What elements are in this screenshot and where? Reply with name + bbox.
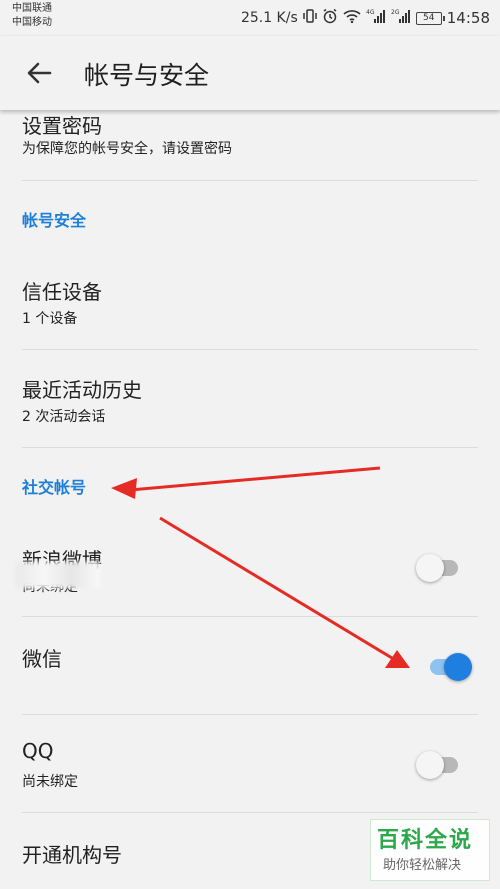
recent-activity-title: 最近活动历史	[22, 378, 142, 402]
vibrate-icon	[303, 8, 317, 28]
network-4g-label: 4G	[366, 9, 375, 16]
page-title: 帐号与安全	[84, 61, 210, 90]
set-password-title: 设置密码	[22, 114, 102, 138]
recent-activity-row[interactable]: 最近活动历史 2 次活动会话	[0, 350, 500, 448]
weibo-toggle[interactable]	[416, 554, 462, 582]
divider	[22, 447, 478, 448]
open-institution-account-title: 开通机构号	[22, 843, 122, 867]
section-header-social-accounts: 社交帐号	[22, 478, 87, 497]
back-arrow-icon[interactable]	[24, 58, 54, 88]
wifi-icon	[343, 9, 361, 27]
redacted-account-name	[16, 562, 100, 588]
alarm-icon	[322, 8, 338, 28]
watermark-title: 百科全说	[377, 828, 474, 853]
app-bar: 帐号与安全	[0, 36, 500, 110]
settings-list: 设置密码 为保障您的帐号安全，请设置密码 帐号安全 信任设备 1 个设备 最近活…	[0, 110, 500, 889]
carrier-1: 中国联通	[12, 3, 52, 14]
network-speed: 25.1 K/s	[240, 10, 298, 26]
set-password-row[interactable]: 设置密码 为保障您的帐号安全，请设置密码	[0, 110, 500, 180]
trusted-devices-subtitle: 1 个设备	[22, 311, 78, 327]
qq-title: QQ	[22, 739, 54, 763]
wechat-toggle[interactable]	[426, 653, 472, 681]
qq-row[interactable]: QQ 尚未绑定	[0, 715, 500, 813]
battery-icon: 54	[415, 11, 445, 25]
wechat-title: 微信	[22, 647, 62, 671]
set-password-subtitle: 为保障您的帐号安全，请设置密码	[22, 141, 232, 157]
carrier-2: 中国移动	[12, 17, 52, 28]
recent-activity-subtitle: 2 次活动会话	[22, 409, 106, 425]
signal-4g-icon: 4G	[366, 8, 386, 28]
clock: 14:58	[446, 9, 490, 27]
qq-toggle[interactable]	[416, 751, 462, 779]
status-indicators: 25.1 K/s 4G 2G 54 14:58	[241, 8, 490, 28]
divider	[22, 180, 478, 181]
qq-subtitle: 尚未绑定	[22, 774, 78, 790]
section-header-account-security: 帐号安全	[22, 211, 87, 230]
network-2g-label: 2G	[391, 9, 400, 16]
trusted-devices-title: 信任设备	[22, 280, 102, 304]
status-bar: 中国联通 中国移动 25.1 K/s 4G 2G 54 14:58	[0, 0, 500, 36]
signal-2g-icon: 2G	[391, 8, 411, 28]
wechat-row[interactable]: 微信	[0, 617, 500, 715]
watermark-subtitle: 助你轻松解决	[383, 858, 462, 873]
watermark-logo: 百科全说 助你轻松解决	[370, 819, 490, 881]
trusted-devices-row[interactable]: 信任设备 1 个设备	[0, 260, 500, 350]
